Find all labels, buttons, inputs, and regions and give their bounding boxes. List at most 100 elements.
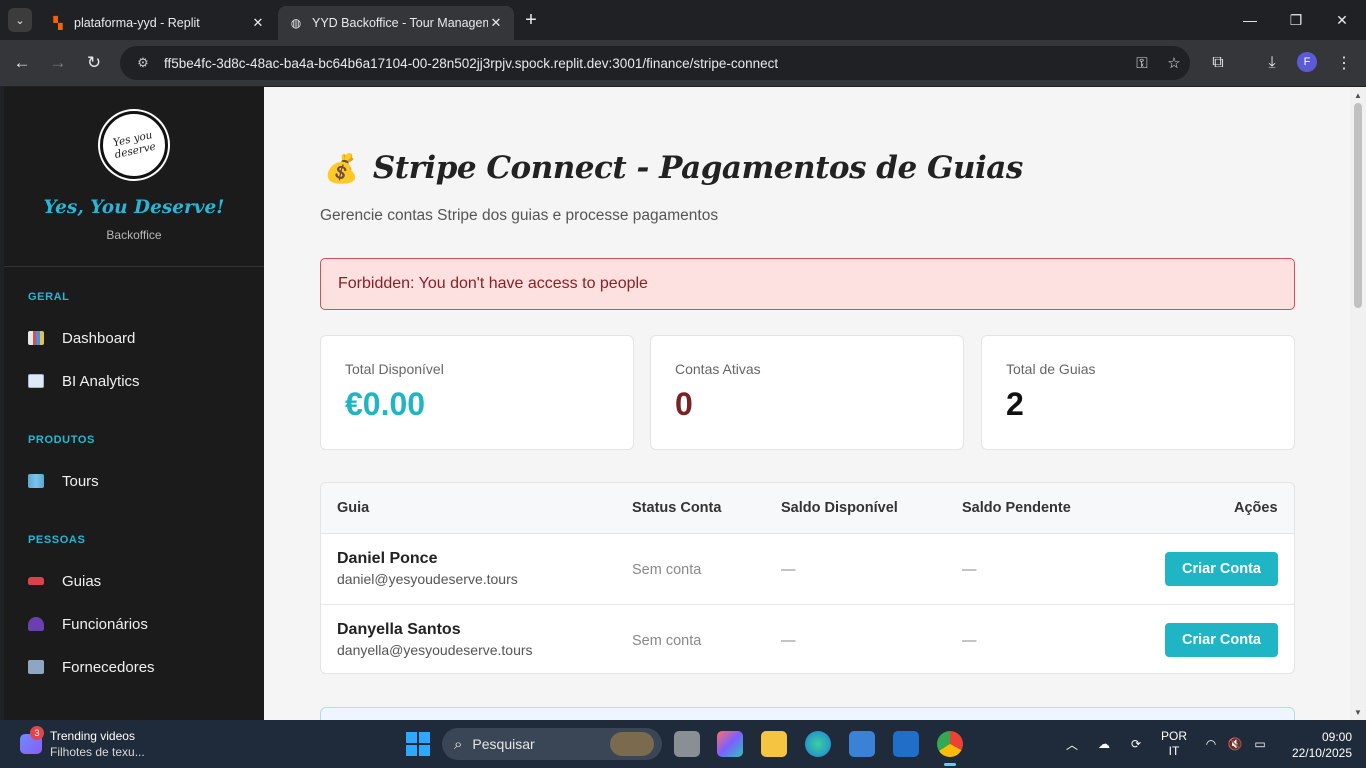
m365-copilot-icon[interactable] [717,731,743,757]
guide-name: Danyella Santos [337,621,461,638]
table-header: Guia Status Conta Saldo Disponível Saldo… [321,483,1294,534]
keyboard-layout: IT [1168,744,1180,758]
notification-badge: 3 [30,726,44,740]
table-row: Daniel Ponce daniel@yesyoudeserve.tours … [321,534,1294,604]
file-explorer-icon[interactable] [761,731,787,757]
brand-name: Yes, You Deserve! [43,197,225,218]
windows-start-icon[interactable] [406,732,430,756]
edge-icon[interactable] [805,731,831,757]
scroll-up-icon[interactable]: ▲ [1353,90,1363,100]
profile-avatar[interactable]: F [1297,52,1317,72]
column-header-saldo-pendente: Saldo Pendente [962,500,1071,516]
close-tab-icon[interactable]: ✕ [250,15,266,31]
window-close-icon[interactable]: ✕ [1330,8,1354,32]
person-icon [28,617,44,631]
clock-time: 09:00 [1321,730,1352,744]
sidebar-item-bi-analytics[interactable]: BI Analytics [28,365,248,397]
map-icon [28,474,44,488]
forward-arrow-icon[interactable]: → [46,51,70,75]
taskbar: 3 Trending videos Filhotes de texu... ⌕ … [0,720,1366,768]
system-clock[interactable]: 09:00 22/10/2025 [1280,729,1352,761]
task-view-icon[interactable] [674,731,700,757]
sidebar-item-tours[interactable]: Tours [28,465,248,497]
microsoft-store-icon[interactable] [849,731,875,757]
available-balance: — [781,633,796,649]
close-tab-icon[interactable]: ✕ [488,15,504,31]
chrome-icon[interactable] [937,731,963,766]
minimize-icon[interactable]: — [1238,8,1262,32]
search-placeholder: Pesquisar [472,736,535,752]
wifi-icon[interactable]: ◠ [1202,720,1220,768]
reload-icon[interactable]: ↻ [82,51,106,75]
guide-email: daniel@yesyoudeserve.tours [337,571,518,587]
logo[interactable]: Yes you deserve [100,111,168,179]
sidebar-item-label: Tours [62,472,99,490]
address-bar[interactable]: ⚙ ff5be4fc-3d8c-48ac-ba4a-bc64b6a17104-0… [120,46,1190,80]
scrollbar-thumb[interactable] [1354,103,1362,308]
globe-icon: ◍ [290,16,302,30]
tab-title: YYD Backoffice - Tour Management [312,16,488,30]
show-hidden-icons-chevron-icon[interactable]: ︿ [1062,720,1082,768]
sidebar-item-label: Fornecedores [62,658,155,676]
new-tab-plus-icon[interactable]: + [520,9,542,31]
pending-balance: — [962,633,977,649]
search-icon: ⌕ [454,735,463,753]
download-icon[interactable]: ⤓ [1260,51,1284,75]
taskbar-search[interactable]: ⌕ Pesquisar [442,728,662,760]
stat-label: Contas Ativas [675,361,761,377]
speaker-muted-icon[interactable]: 🔇 [1226,720,1244,768]
page-subtitle: Gerencie contas Stripe dos guias e proce… [320,207,719,224]
sidebar-item-funcionarios[interactable]: Funcionários [28,608,248,640]
tab-yyd-backoffice[interactable]: ◍ YYD Backoffice - Tour Management ✕ [278,6,514,40]
section-geral: GERAL [28,291,70,303]
extensions-puzzle-icon[interactable]: ⧉ [1206,51,1230,75]
restore-icon[interactable]: ❐ [1284,8,1308,32]
language-code: POR [1160,729,1187,743]
stat-value: 0 [675,386,693,422]
news-widget[interactable]: 3 Trending videos Filhotes de texu... [20,726,160,760]
tab-search-chevron-icon[interactable]: ⌄ [8,8,32,32]
sidebar-item-dashboard[interactable]: Dashboard [28,322,248,354]
sidebar-item-label: BI Analytics [62,372,140,390]
available-balance: — [781,562,796,578]
bar-chart-icon [28,331,44,345]
url-text[interactable]: ff5be4fc-3d8c-48ac-ba4a-bc64b6a17104-00-… [158,56,1126,71]
section-produtos: PRODUTOS [28,434,95,446]
battery-icon[interactable]: ▭ [1250,720,1270,768]
stat-label: Total Disponível [345,361,444,377]
table-row: Danyella Santos danyella@yesyoudeserve.t… [321,604,1294,673]
site-info-icon[interactable]: ⚙ [128,55,158,71]
search-highlight-image [610,732,654,756]
create-account-button[interactable]: Criar Conta [1165,623,1278,657]
stat-card-contas-ativas: Contas Ativas 0 [650,335,964,450]
guide-email: danyella@yesyoudeserve.tours [337,642,533,658]
brand-subtitle: Backoffice [106,228,162,242]
column-header-acoes: Ações [1234,500,1278,516]
password-key-icon[interactable]: ⚿ [1126,55,1158,72]
car-icon [28,577,44,585]
page-viewport: Yes you deserve Yes, You Deserve! Backof… [4,87,1350,720]
guides-table: Guia Status Conta Saldo Disponível Saldo… [320,482,1295,674]
column-header-guia: Guia [337,500,370,516]
language-indicator[interactable]: POR IT [1156,720,1192,768]
line-chart-icon [28,374,44,388]
scroll-down-icon[interactable]: ▼ [1353,707,1363,717]
logo-text: Yes you deserve [111,129,157,162]
back-arrow-icon[interactable]: ← [10,51,34,75]
sidebar-item-fornecedores[interactable]: Fornecedores [28,651,248,683]
tab-replit[interactable]: ▚ plataforma-yyd - Replit ✕ [40,6,276,40]
stat-value: €0.00 [345,386,426,422]
stat-label: Total de Guias [1006,361,1096,377]
outlook-icon[interactable] [893,731,919,757]
page-scrollbar[interactable]: ▲ ▼ [1350,87,1366,720]
onedrive-icon[interactable]: ☁ [1094,720,1114,768]
main-content: 💰 Stripe Connect - Pagamentos de Guias G… [264,87,1350,720]
menu-dots-icon[interactable]: ⋮ [1332,51,1356,75]
sidebar-item-guias[interactable]: Guias [28,565,248,597]
sidebar-item-label: Dashboard [62,329,136,347]
bookmark-star-icon[interactable]: ☆ [1158,54,1190,72]
sync-icon[interactable]: ⟳ [1126,720,1146,768]
building-icon [28,660,44,674]
create-account-button[interactable]: Criar Conta [1165,552,1278,586]
page-title-text: Stripe Connect - Pagamentos de Guias [372,150,1023,186]
